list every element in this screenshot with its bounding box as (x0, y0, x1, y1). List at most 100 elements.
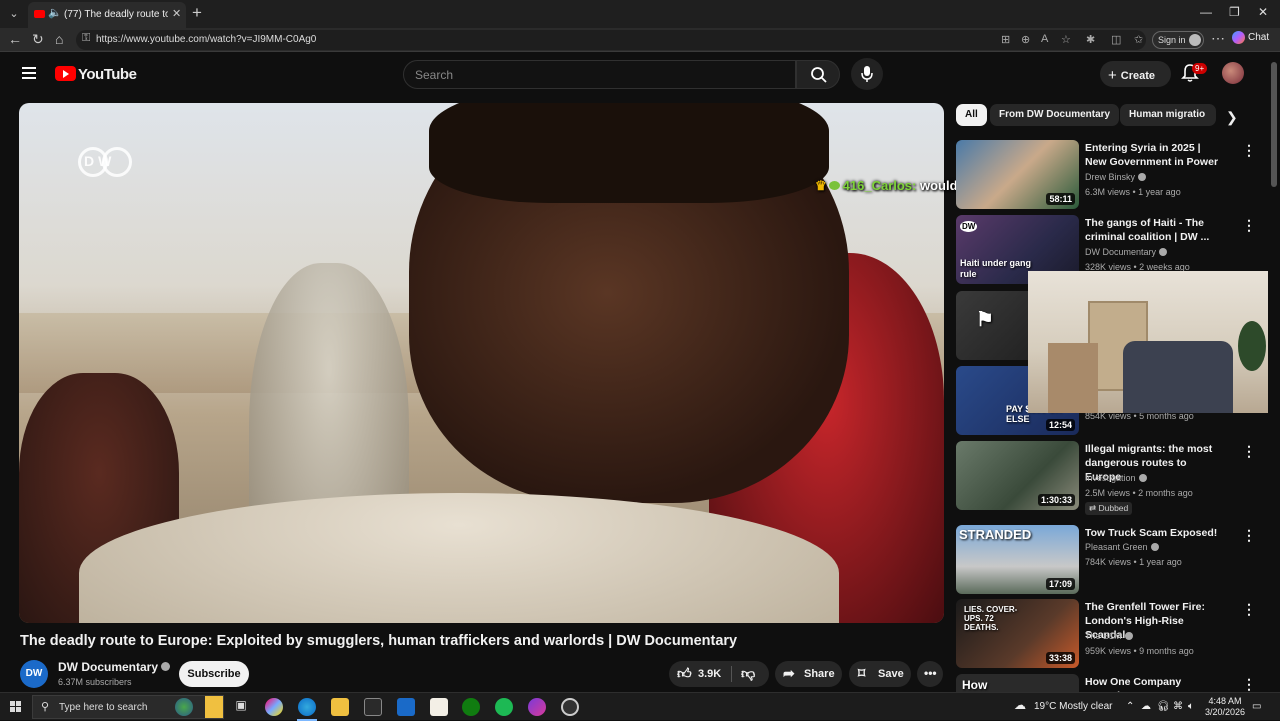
close-window-button[interactable]: ✕ (1258, 5, 1268, 19)
copilot-chat-button[interactable]: Chat (1232, 31, 1269, 44)
read-aloud-icon[interactable]: A (1041, 33, 1048, 45)
edge-browser-icon[interactable] (298, 698, 316, 716)
app-icon[interactable] (561, 698, 579, 716)
video-thumbnail[interactable]: 58:11 (956, 140, 1079, 209)
dislike-button[interactable]: 👎︎ (732, 661, 769, 687)
minimize-button[interactable]: — (1200, 5, 1212, 19)
copilot-app-icon[interactable] (265, 698, 283, 716)
share-button[interactable]: ➦ Share (775, 661, 842, 687)
favorite-star-icon[interactable]: ☆ (1061, 33, 1071, 46)
channel-name-link[interactable]: DW Documentary (58, 660, 171, 674)
voice-search-button[interactable] (851, 58, 883, 90)
search-input[interactable] (404, 61, 774, 88)
video-stats: 6.3M views • 1 year ago (1085, 187, 1181, 197)
more-horizontal-icon: ••• (924, 666, 937, 680)
youtube-logo-icon[interactable] (55, 66, 76, 81)
recommended-video-title[interactable]: How One Company Secretly (1085, 675, 1221, 692)
recommended-video[interactable]: 58:11 Entering Syria in 2025 | New Gover… (956, 140, 1256, 210)
sign-in-button[interactable]: Sign in (1152, 31, 1204, 49)
windows-start-icon[interactable] (10, 701, 22, 713)
cloud-icon[interactable]: ☁ (1141, 701, 1151, 712)
more-vertical-icon[interactable]: ⋮ (1242, 142, 1256, 159)
youtube-wordmark[interactable]: YouTube (78, 66, 137, 83)
messenger-icon[interactable] (528, 698, 546, 716)
like-button[interactable]: 👍︎ 3.9K (669, 661, 731, 687)
recommended-channel: Drew Binsky (1085, 172, 1147, 182)
bookmark-icon: ⌑ (858, 665, 866, 681)
recommended-video[interactable]: LIES. COVER-UPS. 72 DEATHS. 33:38 The Gr… (956, 599, 1256, 669)
more-vertical-icon[interactable]: ⋮ (1242, 217, 1256, 234)
search-box[interactable] (403, 60, 796, 89)
search-button[interactable] (796, 60, 840, 89)
network-icon[interactable]: ⌘ (1173, 701, 1183, 712)
restore-button[interactable]: ❐ (1229, 5, 1240, 19)
page-scrollbar[interactable] (1268, 52, 1280, 692)
split-screen-icon[interactable]: ◫ (1111, 33, 1121, 46)
recommended-channel: Investigation (1085, 473, 1147, 483)
youtube-favicon-icon (34, 10, 45, 18)
more-vertical-icon[interactable]: ⋮ (1242, 443, 1256, 460)
windows-taskbar: ⚲ Type here to search ▣ ☁ 19°C Mostly cl… (0, 692, 1280, 721)
tab-list-chevron-icon[interactable]: ⌄ (4, 4, 24, 24)
app-available-icon[interactable]: ⊞ (1001, 33, 1010, 46)
menu-hamburger-icon[interactable] (22, 67, 36, 82)
lock-icon: ⚿ (82, 32, 91, 44)
account-avatar[interactable] (1222, 62, 1244, 84)
video-thumbnail[interactable]: STRANDED 17:09 (956, 525, 1079, 594)
chip-all[interactable]: All (956, 104, 987, 126)
more-vertical-icon[interactable]: ⋮ (1242, 601, 1256, 618)
chip-from-dw-documentary[interactable]: From DW Documentary (990, 104, 1120, 126)
store-icon[interactable] (364, 698, 382, 716)
speaker-icon[interactable]: 🔈 (48, 6, 62, 19)
recommended-video-title[interactable]: Tow Truck Scam Exposed! (1085, 526, 1221, 540)
notepad-icon[interactable] (430, 698, 448, 716)
chip-human-migration[interactable]: Human migratio (1120, 104, 1216, 126)
chevron-up-icon[interactable]: ⌃ (1126, 701, 1134, 712)
weather-text[interactable]: 19°C Mostly clear (1034, 701, 1112, 712)
video-thumbnail[interactable]: 1:30:33 (956, 441, 1079, 510)
verified-check-icon (161, 662, 171, 671)
recommended-video[interactable]: STRANDED 17:09 Tow Truck Scam Exposed! P… (956, 525, 1256, 595)
task-view-icon[interactable]: ▣ (232, 698, 250, 716)
volume-icon[interactable]: 🔈︎ (1188, 701, 1194, 712)
save-label: Save (878, 668, 904, 680)
more-actions-button[interactable]: ••• (917, 661, 943, 687)
headphones-icon[interactable]: 🎧︎ (1157, 701, 1170, 712)
home-icon[interactable]: ⌂ (55, 31, 63, 47)
more-vertical-icon[interactable]: ⋮ (1242, 676, 1256, 692)
video-player[interactable]: DW + (19, 103, 944, 623)
back-arrow-icon[interactable]: ← (8, 31, 22, 47)
mail-icon[interactable] (397, 698, 415, 716)
more-vertical-icon[interactable]: ⋮ (1242, 527, 1256, 544)
subscribe-button[interactable]: Subscribe (179, 661, 249, 687)
verified-check-icon (1138, 474, 1147, 482)
xbox-icon[interactable] (462, 698, 480, 716)
crown-icon: ♛ (815, 178, 827, 193)
browser-tab-active[interactable]: 🔈 (77) The deadly route to Europe ✕ (28, 2, 186, 28)
favorites-icon[interactable]: ✩ (1134, 33, 1143, 46)
recommended-video[interactable]: 1:30:33 Illegal migrants: the most dange… (956, 441, 1256, 515)
channel-avatar[interactable]: DW (20, 660, 48, 688)
extensions-icon[interactable]: ✱ (1086, 33, 1095, 46)
save-button[interactable]: ⌑ Save (849, 661, 911, 687)
address-bar[interactable]: ⚿ https://www.youtube.com/watch?v=JI9MM-… (76, 30, 1146, 50)
taskbar-search-box[interactable]: ⚲ Type here to search (32, 695, 224, 719)
chevron-right-icon[interactable]: ❯ (1226, 109, 1238, 126)
file-explorer-icon[interactable] (331, 698, 349, 716)
notification-center-icon[interactable]: ▭ (1252, 701, 1261, 712)
zoom-icon[interactable]: ⊕ (1021, 33, 1030, 46)
like-count: 3.9K (698, 668, 722, 680)
recommended-video[interactable]: How How One Company Secretly ⋮ (956, 674, 1256, 692)
system-clock[interactable]: 4:48 AM 3/20/2026 (1205, 696, 1245, 718)
video-thumbnail[interactable]: How (956, 674, 1079, 692)
create-button[interactable]: + Create (1100, 61, 1171, 87)
spotify-icon[interactable] (495, 698, 513, 716)
new-tab-button[interactable]: + (192, 3, 202, 23)
video-thumbnail[interactable]: LIES. COVER-UPS. 72 DEATHS. 33:38 (956, 599, 1079, 668)
close-tab-icon[interactable]: ✕ (172, 7, 181, 20)
recommended-video-title[interactable]: The gangs of Haiti - The criminal coalit… (1085, 216, 1221, 244)
recommended-video-title[interactable]: Entering Syria in 2025 | New Government … (1085, 141, 1221, 169)
more-menu-icon[interactable]: ⋯ (1211, 30, 1225, 47)
scrollbar-thumb[interactable] (1271, 62, 1277, 187)
refresh-icon[interactable]: ↻ (32, 31, 44, 48)
